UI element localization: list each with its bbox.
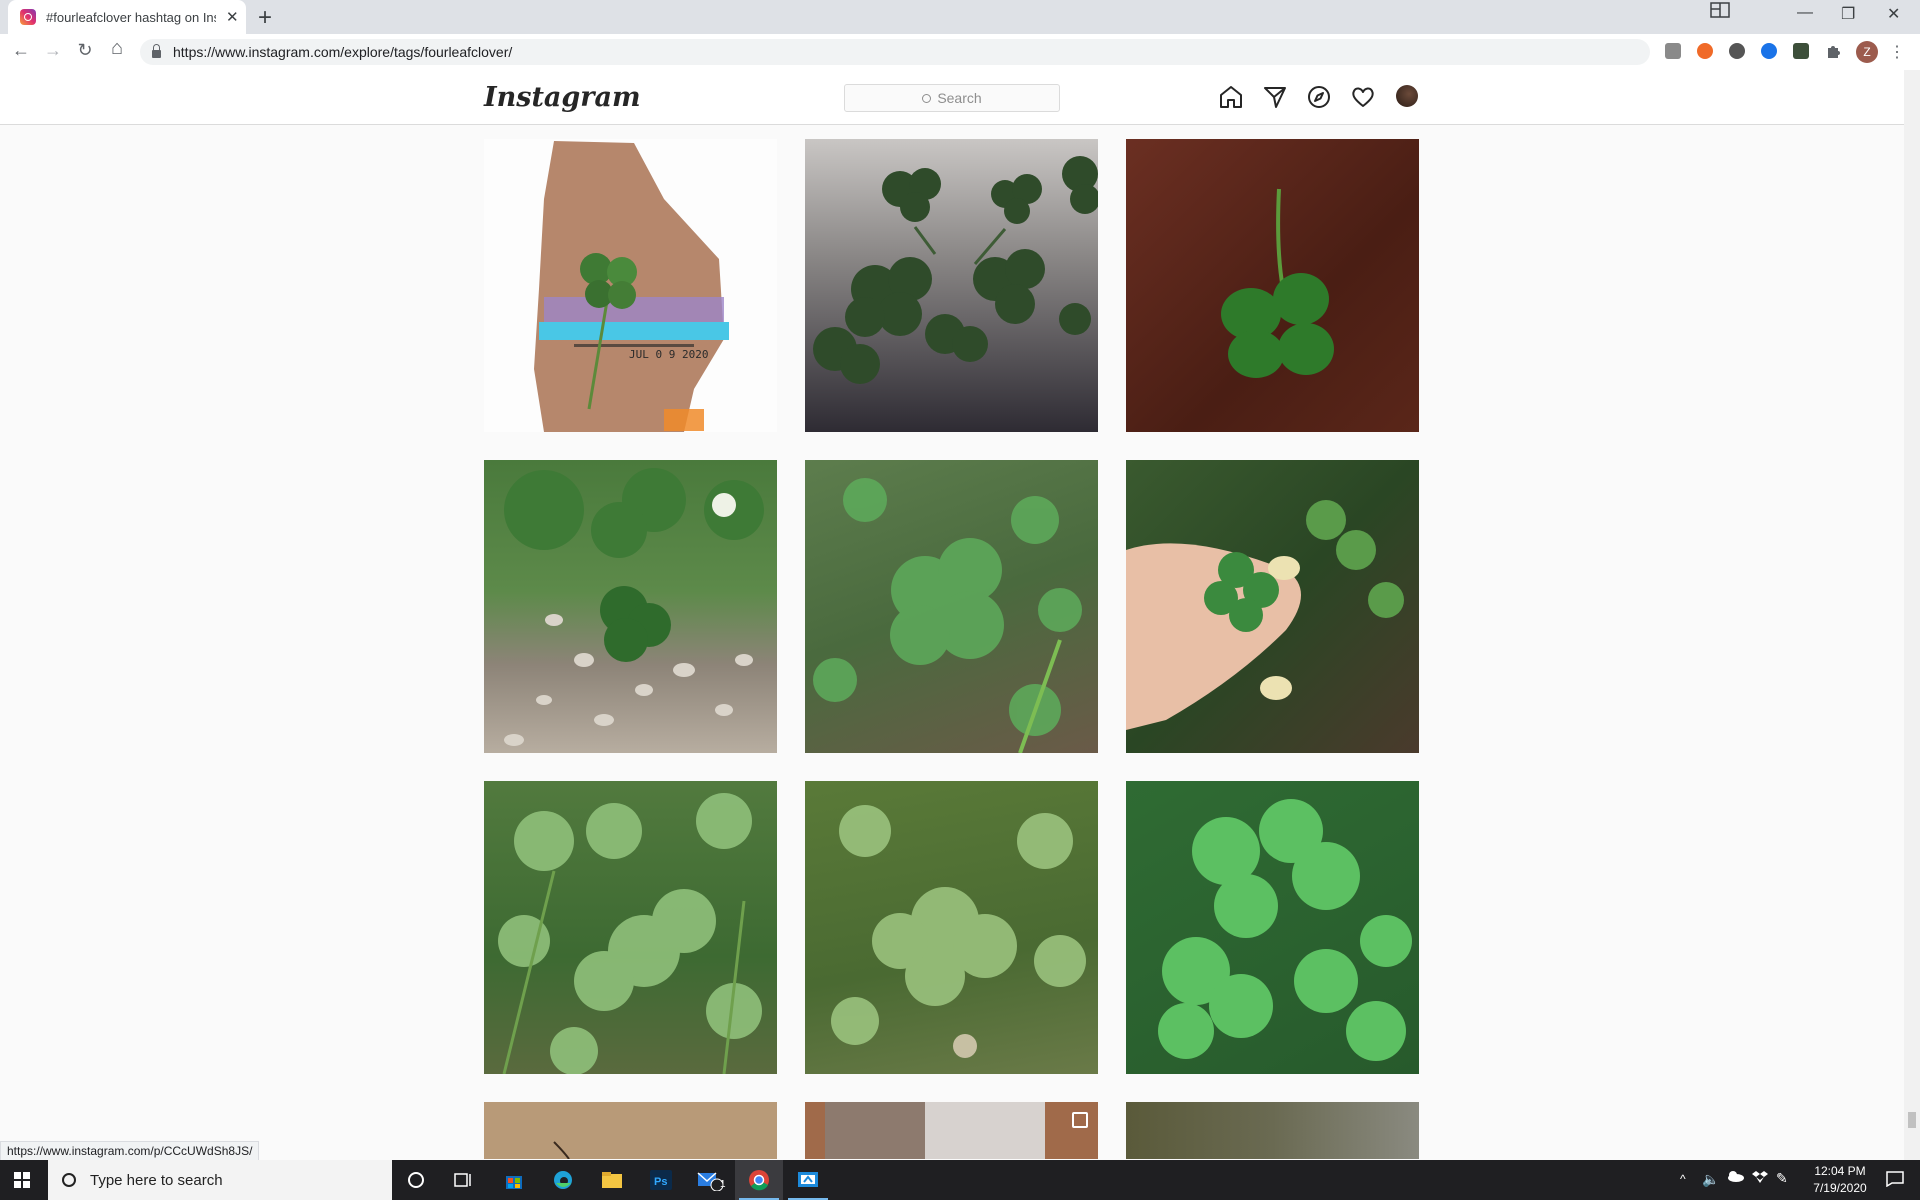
search-placeholder: Search [937,90,982,106]
profile-avatar-chip[interactable]: Z [1856,41,1878,63]
grid-tile-clover-in-grass[interactable] [484,781,777,1074]
tray-overflow-icon[interactable]: ^ [1680,1172,1686,1186]
remote-app-icon[interactable] [784,1160,832,1200]
grid-tile-clovers-on-table[interactable] [805,139,1098,432]
action-center-icon[interactable] [1886,1171,1904,1188]
maximize-button[interactable]: ❐ [1841,4,1855,24]
browser-menu-icon[interactable]: ⋮ [1885,42,1909,62]
address-url[interactable]: https://www.instagram.com/explore/tags/f… [173,44,512,60]
start-button-icon[interactable] [14,1172,30,1188]
link-status-bubble: https://www.instagram.com/p/CCcUWdSh8JS/ [0,1141,260,1161]
multiple-posts-icon [1072,1112,1088,1128]
grid-tile-clover-in-gravel[interactable] [484,460,777,753]
browser-tab[interactable]: #fourleafclover hashtag on Instagram ✕ [8,0,246,34]
direct-icon[interactable] [1262,84,1288,110]
pen-workspace-icon[interactable]: ✎ [1776,1170,1788,1187]
partial-image-1 [553,1141,570,1159]
svg-text:Ps: Ps [654,1176,667,1188]
grid-tile-clover-collage[interactable]: JUL 0 9 2020 [484,139,777,432]
cortana-icon[interactable] [392,1160,440,1200]
extension-g-icon[interactable] [1665,43,1681,59]
task-view-icon[interactable] [440,1160,488,1200]
forward-button[interactable]: → [41,40,65,61]
new-tab-button[interactable]: + [258,4,272,32]
instagram-favicon-icon [20,9,36,25]
clock-date[interactable]: 7/19/2020 [1800,1181,1880,1195]
edge-browser-icon[interactable] [539,1160,587,1200]
grid-tile-partial-2[interactable] [805,1102,1098,1159]
photoshop-icon[interactable]: Ps [637,1160,685,1200]
instagram-header: Instagram Search [0,70,1904,125]
extension-green-icon[interactable] [1793,43,1809,59]
taskbar-search-placeholder: Type here to search [90,1171,223,1189]
browser-toolbar: ← → ↻ ⌂ https://www.instagram.com/explor… [0,34,1920,71]
explore-icon[interactable] [1306,84,1332,110]
activity-heart-icon[interactable] [1350,84,1376,110]
clock-time[interactable]: 12:04 PM [1800,1164,1880,1178]
extension-orange-icon[interactable] [1697,43,1713,59]
grid-tile-clover-in-hand[interactable] [1126,460,1419,753]
extensions-puzzle-icon[interactable] [1825,43,1841,59]
lock-icon [152,44,161,58]
file-explorer-icon[interactable] [588,1160,636,1200]
clover-field-image [831,805,1086,1058]
grid-tile-partial-1[interactable] [484,1102,777,1159]
clover-patch-image [813,478,1082,753]
instagram-logo[interactable]: Instagram [484,82,641,113]
grid-tile-clover-on-wood[interactable] [1126,139,1419,432]
search-input[interactable]: Search [844,84,1060,112]
chrome-taskbar-icon[interactable] [735,1160,783,1200]
taskbar-search-icon [62,1173,76,1187]
clover-collage-image [534,141,729,432]
search-icon [922,93,932,103]
back-button[interactable]: ← [9,40,33,61]
extension-circle-icon[interactable] [1729,43,1745,59]
clover-in-gravel-image [504,468,764,746]
mail-icon[interactable]: 1 [686,1160,734,1200]
home-icon[interactable] [1218,84,1244,110]
grid-tile-clover-patch[interactable] [805,460,1098,753]
mail-badge: 1 [720,1179,726,1190]
extension-blue-icon[interactable] [1761,43,1777,59]
reading-mode-icon[interactable] [1710,2,1730,18]
grid-tile-clover-field[interactable] [805,781,1098,1074]
page-scrollbar[interactable] [1904,70,1920,1160]
close-window-button[interactable]: ✕ [1887,4,1900,24]
profile-avatar[interactable] [1396,85,1418,107]
clover-in-hand-image [1126,500,1404,730]
reload-button[interactable]: ↻ [73,40,97,61]
tab-close-icon[interactable]: ✕ [226,8,239,26]
microsoft-store-icon[interactable] [490,1160,538,1200]
address-bar[interactable]: https://www.instagram.com/explore/tags/f… [140,39,1650,65]
grid-tile-bright-clovers[interactable] [1126,781,1419,1074]
volume-icon[interactable]: 🔈 [1702,1171,1719,1188]
bright-clovers-image [1158,799,1412,1061]
dropbox-icon[interactable] [1752,1170,1768,1184]
taskbar-search-input[interactable]: Type here to search [48,1160,392,1200]
tab-title: #fourleafclover hashtag on Instagram [46,9,216,25]
clovers-on-table-image [813,156,1098,384]
windows-taskbar: Type here to search Ps 1 ^ 🔈 ✎ 12:04 PM … [0,1160,1920,1200]
scrollbar-thumb[interactable] [1908,1112,1916,1128]
clover-on-wood-image [1221,188,1334,378]
home-button[interactable]: ⌂ [105,37,129,60]
browser-tab-bar: #fourleafclover hashtag on Instagram ✕ +… [0,0,1920,34]
minimize-button[interactable]: — [1797,4,1813,22]
collage-stamp-text: JUL 0 9 2020 [629,348,709,361]
grid-tile-partial-3[interactable] [1126,1102,1419,1159]
onedrive-icon[interactable] [1726,1170,1744,1182]
clover-in-grass-image [498,793,762,1074]
